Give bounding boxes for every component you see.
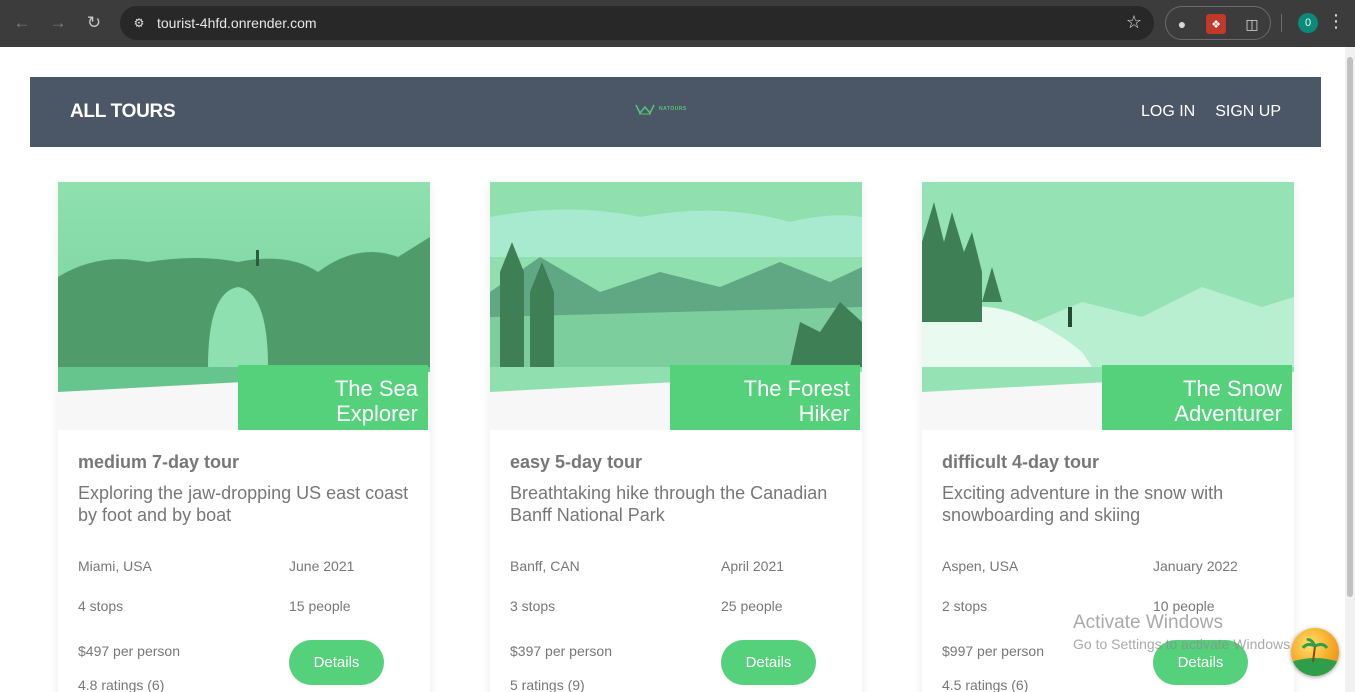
extension-red-icon[interactable]: ❖ (1206, 14, 1226, 34)
tour-price: $997 per person (942, 643, 1044, 659)
tour-name-tag: The Forest Hiker (670, 365, 860, 430)
url-text[interactable]: tourist-4hfd.onrender.com (157, 15, 317, 31)
tour-summary: Exciting adventure in the snow with snow… (942, 483, 1224, 525)
tour-name-line1: The Snow (1182, 376, 1282, 401)
tour-card: The Sea Explorer medium 7-day tour Explo… (58, 182, 430, 692)
activate-windows-subtitle: Go to Settings to activate Windows. (1073, 636, 1294, 652)
tour-location: Aspen, USA (942, 558, 1019, 574)
tour-ratings: 4.8 ratings (6) (78, 677, 165, 692)
activate-windows-title: Activate Windows (1073, 612, 1223, 633)
tour-summary: Breathtaking hike through the Canadian B… (510, 483, 828, 525)
tour-people: 25 people (721, 598, 783, 614)
logo-icon (635, 104, 655, 115)
price-unit: per person (977, 643, 1044, 659)
tour-people: 15 people (289, 598, 351, 614)
reload-icon[interactable]: ↻ (82, 11, 106, 35)
price-value: $397 (510, 643, 542, 659)
browser-toolbar: ← → ↻ ⚙ tourist-4hfd.onrender.com ☆ ● ❖ … (0, 0, 1355, 47)
kebab-menu-icon[interactable]: ⋮ (1327, 11, 1345, 32)
tour-subtitle: medium 7-day tour (78, 452, 240, 472)
puzzle-extensions-icon[interactable]: ◫ (1242, 14, 1262, 34)
natours-logo[interactable]: NATOURS (635, 103, 687, 115)
auth-nav: LOG IN SIGN UP (1141, 103, 1281, 121)
tour-subtitle: easy 5-day tour (510, 452, 643, 472)
price-unit: per person (545, 643, 612, 659)
scrollbar-thumb[interactable] (1347, 57, 1353, 597)
tour-price: $497 per person (78, 643, 180, 659)
tour-name-line2: Explorer (336, 401, 418, 426)
tour-price: $397 per person (510, 643, 612, 659)
tour-stops: 4 stops (78, 598, 124, 614)
price-unit: per person (113, 643, 180, 659)
tour-name-tag: The Sea Explorer (238, 365, 428, 430)
price-value: $997 (942, 643, 974, 659)
tour-date: June 2021 (289, 558, 355, 574)
tour-stops: 3 stops (510, 598, 556, 614)
tour-name-line1: The Sea (334, 376, 418, 401)
signup-link[interactable]: SIGN UP (1215, 103, 1281, 121)
tour-name-line1: The Forest (743, 376, 850, 401)
tour-ratings: 4.5 ratings (6) (942, 677, 1029, 692)
tour-name-tag: The Snow Adventurer (1102, 365, 1292, 430)
tour-subtitle: difficult 4-day tour (942, 452, 1099, 472)
extension-dot-icon[interactable]: ● (1172, 14, 1192, 34)
details-button[interactable]: Details (289, 640, 384, 685)
tour-stops: 2 stops (942, 598, 988, 614)
tour-location: Banff, CAN (510, 558, 580, 574)
price-value: $497 (78, 643, 110, 659)
forward-icon[interactable]: → (46, 11, 70, 35)
profile-avatar[interactable]: 0 (1298, 13, 1318, 33)
site-info-icon[interactable]: ⚙ (129, 13, 149, 33)
logo-text: NATOURS (659, 106, 687, 112)
floating-assistant-icon[interactable] (1291, 628, 1339, 676)
login-link[interactable]: LOG IN (1141, 103, 1195, 121)
tour-ratings: 5 ratings (9) (510, 677, 585, 692)
back-icon[interactable]: ← (10, 11, 34, 35)
address-bar[interactable]: ⚙ tourist-4hfd.onrender.com ☆ (120, 6, 1154, 40)
extensions-group: ● ❖ ◫ (1165, 6, 1271, 40)
page-scrollbar[interactable] (1345, 47, 1355, 692)
toolbar-divider (1281, 14, 1282, 32)
all-tours-link[interactable]: ALL TOURS (70, 101, 176, 123)
tour-location: Miami, USA (78, 558, 152, 574)
bookmark-star-icon[interactable]: ☆ (1126, 12, 1142, 33)
tour-date: January 2022 (1153, 558, 1238, 574)
site-header: ALL TOURS NATOURS LOG IN SIGN UP (30, 77, 1321, 147)
tour-card: The Forest Hiker easy 5-day tour Breatht… (490, 182, 862, 692)
tour-name-line2: Adventurer (1174, 401, 1282, 426)
tour-date: April 2021 (721, 558, 785, 574)
page-content: ALL TOURS NATOURS LOG IN SIGN UP The Sea… (0, 47, 1345, 692)
tour-summary: Exploring the jaw-dropping US east coast… (78, 483, 409, 525)
tour-name-line2: Hiker (798, 401, 850, 426)
details-button[interactable]: Details (721, 640, 816, 685)
